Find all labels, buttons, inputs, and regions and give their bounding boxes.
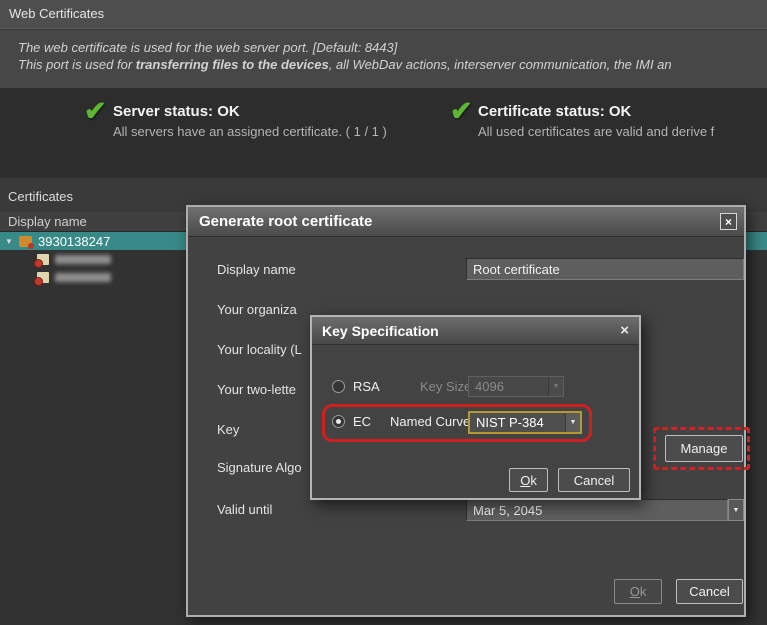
app-window: Web Certificates The web certificate is … xyxy=(0,0,767,625)
display-name-label: Display name xyxy=(217,262,296,277)
close-icon[interactable]: × xyxy=(620,323,629,338)
page-title: Web Certificates xyxy=(0,0,104,28)
key-label: Key xyxy=(217,422,239,437)
info-line-2: This port is used for transferring files… xyxy=(18,56,767,73)
server-status-subtitle: All servers have an assigned certificate… xyxy=(113,124,387,139)
manage-button[interactable]: Manage xyxy=(665,435,743,462)
named-curve-label: Named Curve: xyxy=(390,414,474,429)
redacted-label xyxy=(55,273,111,282)
close-icon[interactable]: × xyxy=(720,213,737,230)
named-curve-dropdown[interactable]: NIST P-384 ▼ xyxy=(468,411,582,434)
dropdown-arrow-icon: ▼ xyxy=(733,507,740,514)
dialog-title-bar[interactable]: Generate root certificate × xyxy=(188,207,744,237)
info-line-1: The web certificate is used for the web … xyxy=(18,39,767,56)
signature-algorithm-label: Signature Algo xyxy=(217,460,302,475)
server-status-title: Server status: OK xyxy=(113,103,240,120)
certificate-status-subtitle: All used certificates are valid and deri… xyxy=(478,124,714,139)
rsa-label: RSA xyxy=(353,379,380,394)
key-dialog-title: Key Specification xyxy=(322,323,439,339)
dialog-title: Generate root certificate xyxy=(199,213,372,230)
key-size-dropdown: 4096 ▼ xyxy=(468,376,564,397)
redacted-label xyxy=(55,255,111,264)
tree-item-root-label: 3930138247 xyxy=(38,234,110,249)
certificate-folder-icon xyxy=(19,236,32,247)
valid-until-input[interactable]: Mar 5, 2045 xyxy=(466,499,728,521)
info-line-2-bold: transferring files to the devices xyxy=(136,57,329,72)
organization-label: Your organiza xyxy=(217,302,297,317)
cancel-button[interactable]: Cancel xyxy=(676,579,743,604)
certificate-icon xyxy=(37,254,49,265)
locality-label: Your locality (L xyxy=(217,342,302,357)
valid-until-label: Valid until xyxy=(217,502,272,517)
two-letter-label: Your two-lette xyxy=(217,382,296,397)
server-status-check-icon: ✔ xyxy=(84,96,107,127)
certificate-status-title: Certificate status: OK xyxy=(478,103,631,120)
expander-down-icon[interactable]: ▼ xyxy=(5,237,16,246)
dropdown-arrow-icon: ▼ xyxy=(548,377,563,396)
ok-button[interactable]: Ok xyxy=(614,579,662,604)
certificates-panel-title: Certificates xyxy=(8,189,73,204)
info-banner: The web certificate is used for the web … xyxy=(0,30,767,88)
certificate-icon xyxy=(37,272,49,283)
key-dialog-ok-button[interactable]: Ok xyxy=(509,468,548,492)
key-size-label: Key Size: xyxy=(420,379,475,394)
status-band: ✔ Server status: OK All servers have an … xyxy=(0,88,767,178)
display-name-input[interactable]: Root certificate xyxy=(466,258,744,280)
display-name-column-label: Display name xyxy=(0,212,87,231)
dropdown-arrow-icon: ▼ xyxy=(565,413,580,432)
key-dialog-title-bar[interactable]: Key Specification × xyxy=(312,317,639,345)
ec-radio[interactable] xyxy=(332,415,345,428)
rsa-radio[interactable] xyxy=(332,380,345,393)
valid-until-dropdown-button[interactable]: ▼ xyxy=(728,499,744,521)
page-header: Web Certificates xyxy=(0,0,767,29)
key-specification-dialog: Key Specification × RSA Key Size: 4096 ▼… xyxy=(310,315,641,500)
info-line-2-pre: This port is used for xyxy=(18,57,136,72)
info-line-2-post: , all WebDav actions, interserver commun… xyxy=(329,57,672,72)
certificate-status-check-icon: ✔ xyxy=(450,96,473,127)
ec-label: EC xyxy=(353,414,371,429)
key-dialog-cancel-button[interactable]: Cancel xyxy=(558,468,630,492)
